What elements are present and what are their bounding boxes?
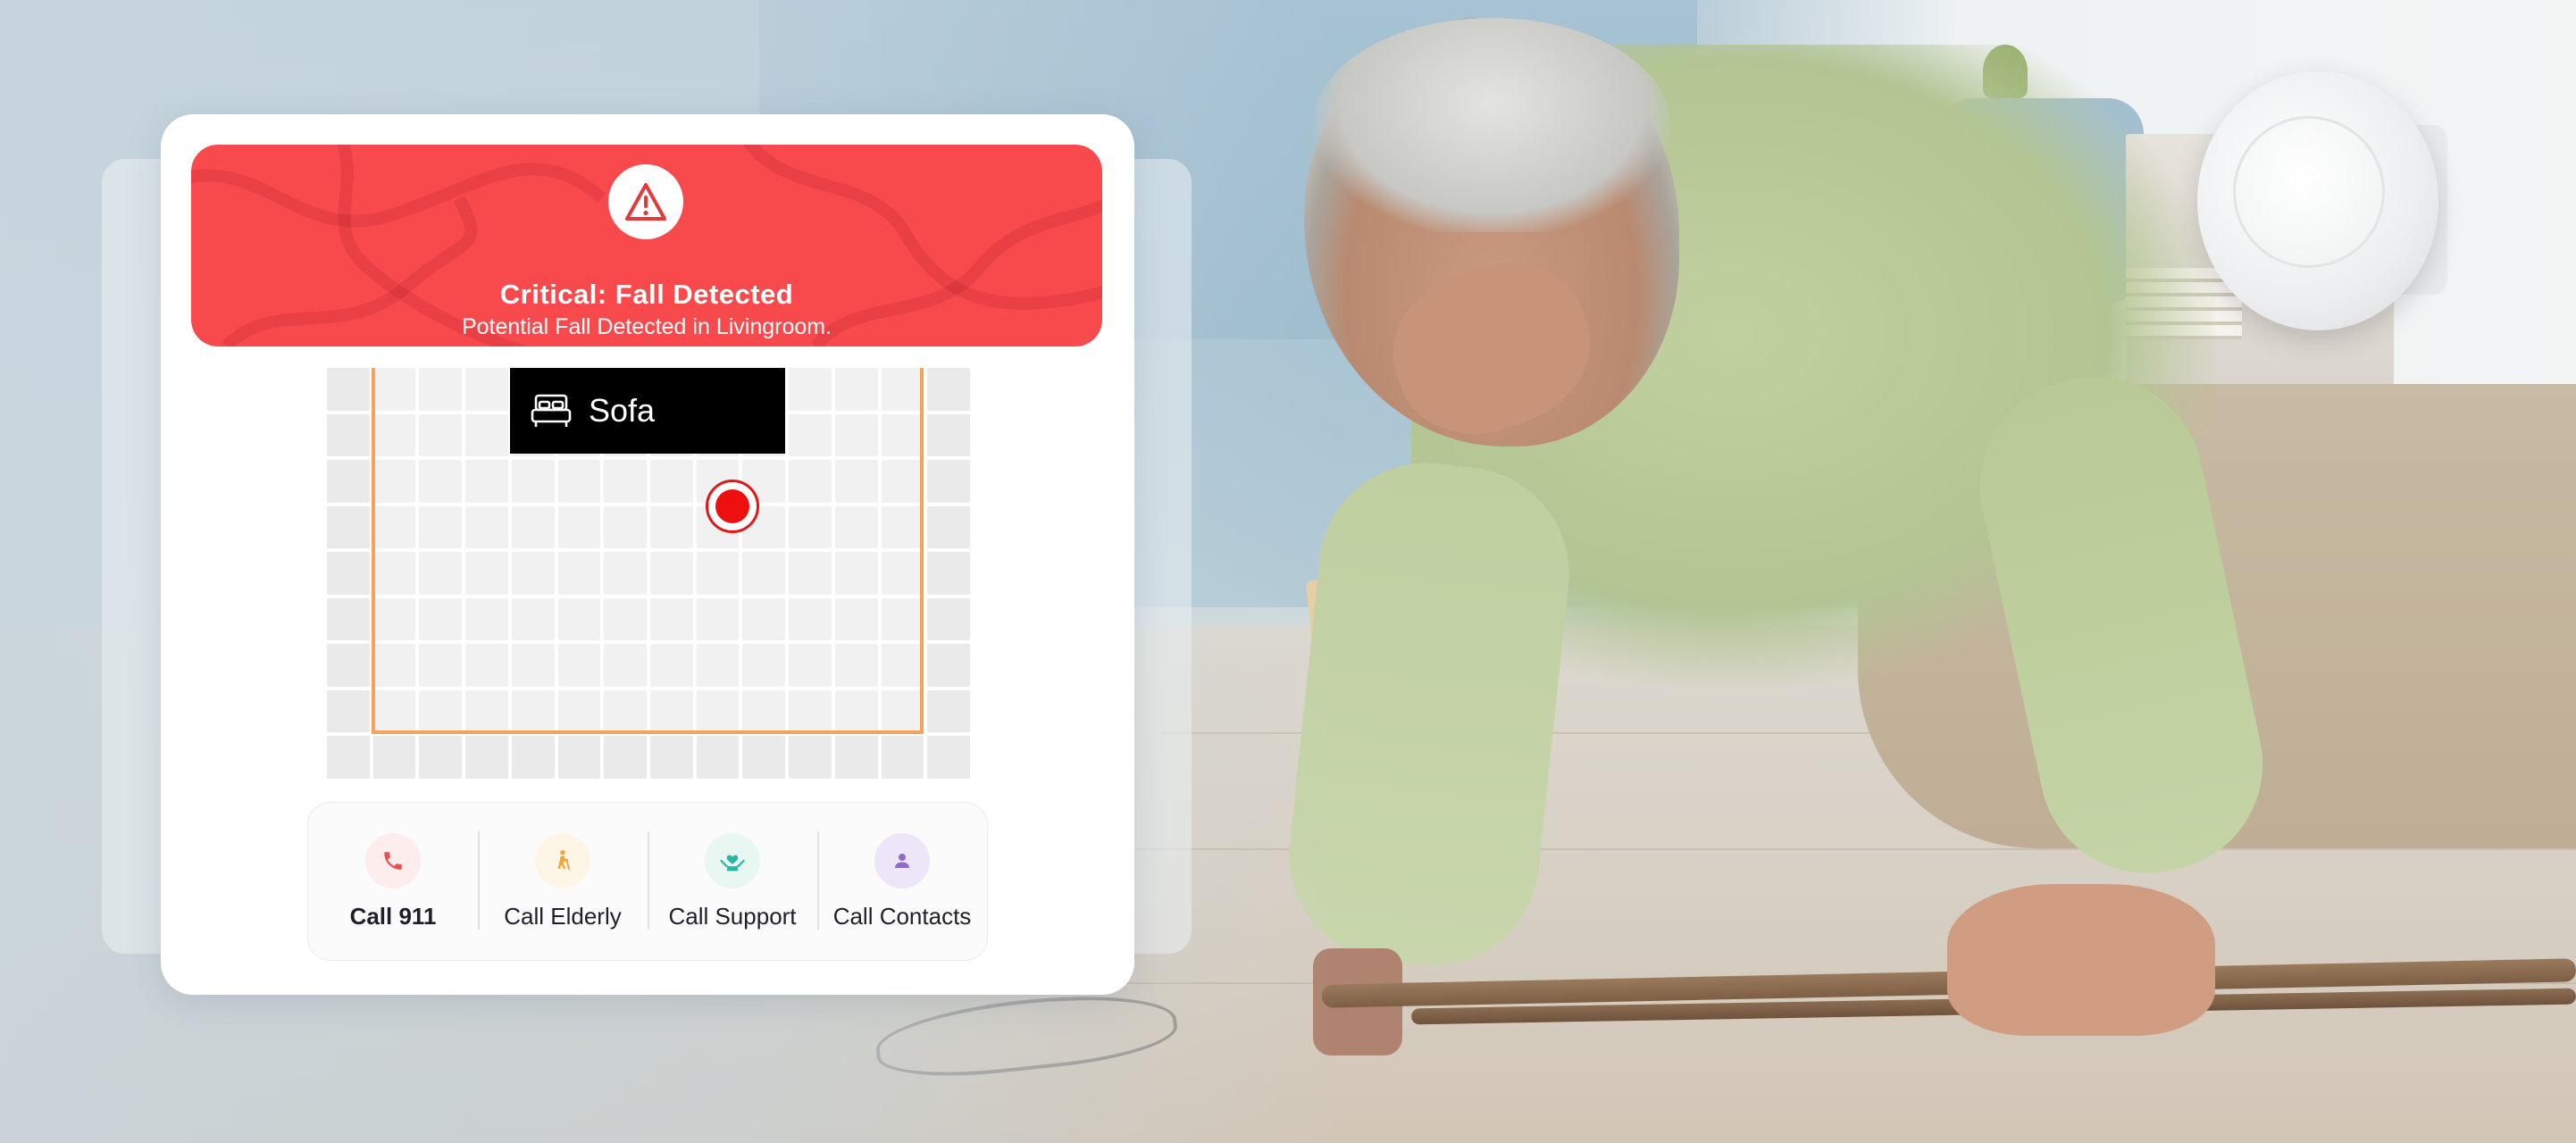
warning-triangle-icon (625, 183, 666, 221)
bed-icon (531, 394, 572, 427)
grid-cell (696, 736, 740, 779)
action-icon-bg (874, 833, 930, 889)
person-hair (1313, 18, 1670, 232)
action-icon-bg (535, 833, 590, 889)
grid-cell (327, 597, 370, 641)
sensor-face (2233, 116, 2385, 268)
grid-cell (927, 460, 970, 503)
grid-cell (927, 736, 970, 779)
action-label: Call Support (668, 903, 797, 930)
grid-cell (927, 413, 970, 457)
alert-subtitle: Potential Fall Detected in Livingroom. (461, 314, 832, 339)
phone-icon (384, 852, 402, 870)
grid-cell (327, 505, 370, 549)
grid-cell (881, 736, 924, 779)
call-contacts-button[interactable]: Call Contacts (817, 803, 987, 960)
grid-cell (742, 736, 786, 779)
grid-cell (927, 505, 970, 549)
grid-cell (557, 736, 601, 779)
marker-dot (715, 489, 749, 523)
grid-cell (327, 460, 370, 503)
person-hand (1947, 884, 2215, 1036)
grid-cell (927, 689, 970, 733)
grid-cell (927, 552, 970, 595)
heart-hands-icon (720, 855, 745, 872)
grid-cell (327, 413, 370, 457)
furniture-label-text: Sofa (589, 392, 656, 429)
grid-cell (419, 736, 463, 779)
user-icon (895, 854, 909, 868)
action-label: Call Contacts (832, 903, 972, 930)
fall-alert-card: Critical: Fall Detected Potential Fall D… (161, 114, 1134, 995)
grid-cell (927, 597, 970, 641)
grid-cell (327, 644, 370, 687)
action-label: Call Elderly (504, 903, 622, 930)
alert-title: Critical: Fall Detected (499, 279, 794, 310)
elderly-person-icon (557, 849, 570, 871)
grid-cell (327, 689, 370, 733)
action-bar: Call 911 Call Elderly Call Support Call … (307, 802, 988, 961)
furniture-label-sofa: Sofa (510, 368, 785, 454)
grid-cell (327, 368, 370, 411)
action-label: Call 911 (349, 903, 437, 930)
person-location-marker[interactable] (706, 480, 759, 533)
grid-cell (789, 736, 832, 779)
critical-alert-banner: Critical: Fall Detected Potential Fall D… (191, 145, 1102, 346)
grid-cell (650, 736, 693, 779)
alert-icon-circle (608, 164, 683, 239)
call-elderly-button[interactable]: Call Elderly (478, 803, 648, 960)
action-icon-bg (365, 833, 421, 889)
grid-cell (465, 736, 508, 779)
grid-cell (511, 736, 555, 779)
call-support-button[interactable]: Call Support (648, 803, 817, 960)
grid-cell (927, 644, 970, 687)
grid-cell (604, 736, 647, 779)
grid-cell (327, 736, 370, 779)
action-icon-bg (705, 833, 760, 889)
grid-cell (927, 368, 970, 411)
grid-cell (372, 736, 416, 779)
grid-cell (834, 736, 878, 779)
call-911-button[interactable]: Call 911 (308, 803, 478, 960)
grid-cell (327, 552, 370, 595)
